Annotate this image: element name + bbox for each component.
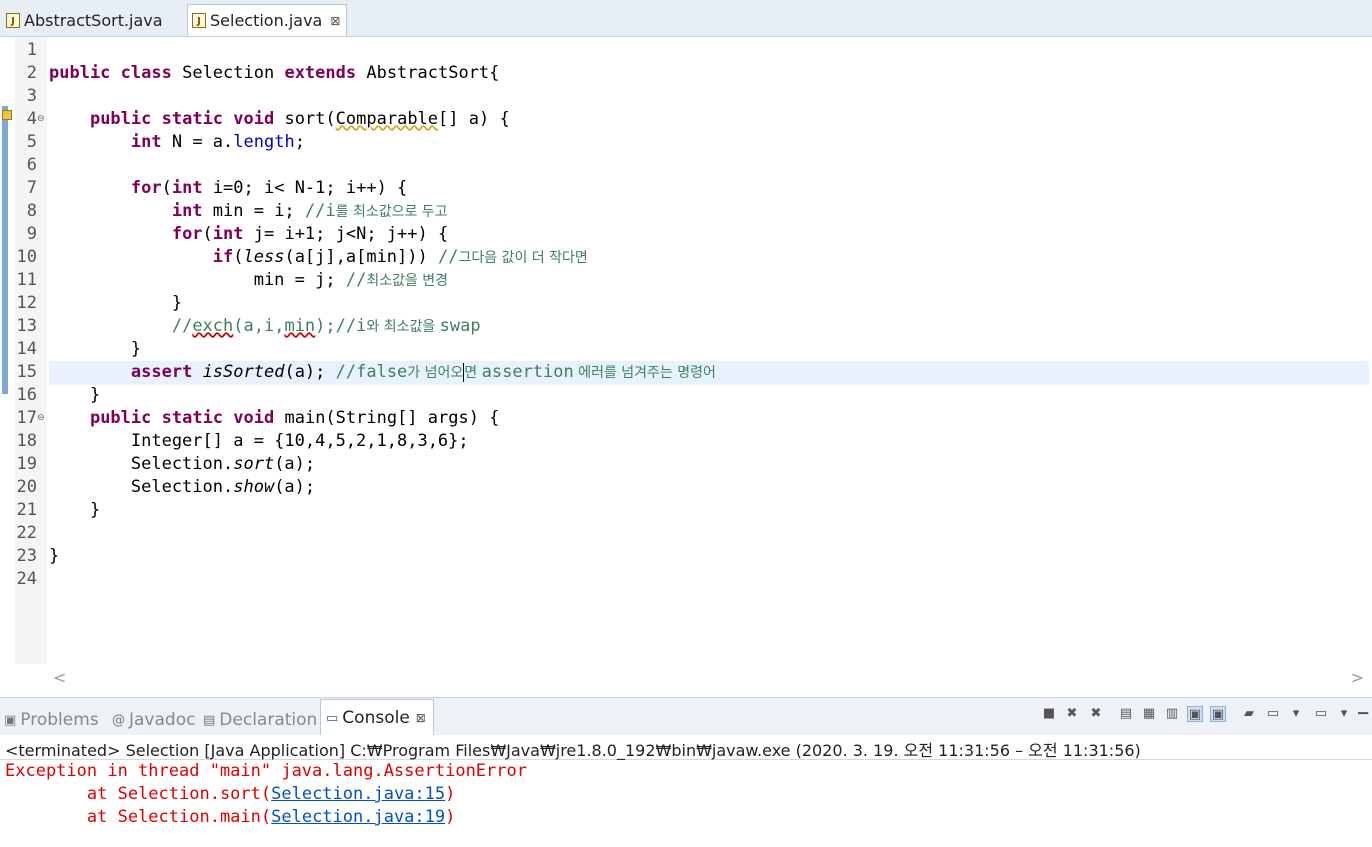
terminate-icon[interactable]: ■ bbox=[1041, 706, 1057, 722]
scroll-lock-icon[interactable]: ▦ bbox=[1141, 706, 1157, 722]
word-wrap-icon[interactable]: ▥ bbox=[1164, 706, 1180, 722]
tab-label: Selection.java bbox=[210, 11, 323, 30]
code-line-8: int min = i; //i를 최소값으로 두고 bbox=[171, 201, 448, 221]
line-number: 4 bbox=[26, 109, 37, 129]
code-editor[interactable]: 1 2 3 4 5 6 7 8 9 10 11 12 13 14 15 16 1… bbox=[0, 37, 1372, 692]
line-number: 2 bbox=[26, 63, 37, 83]
line-number: 16 bbox=[16, 385, 37, 405]
java-file-icon: J bbox=[192, 13, 206, 28]
code-line-15-current: assert isSorted(a); //false가 넘어오면 assert… bbox=[49, 361, 1369, 385]
tab-label: Javadoc bbox=[129, 710, 196, 730]
line-number: 12 bbox=[16, 293, 37, 313]
line-number: 10 bbox=[16, 247, 37, 267]
tab-declaration[interactable]: ▤ Declaration bbox=[203, 704, 317, 736]
line-number: 22 bbox=[16, 523, 37, 543]
code-line-10: if(less(a[j],a[min])) //그다음 값이 더 작다면 bbox=[212, 247, 588, 267]
tab-abstractsort-java[interactable]: J AbstractSort.java bbox=[2, 4, 187, 36]
console-icon: ▭ bbox=[326, 710, 339, 726]
close-icon[interactable]: ⊠ bbox=[330, 14, 340, 28]
tab-javadoc[interactable]: @ Javadoc bbox=[112, 704, 195, 736]
show-on-stderr-icon[interactable]: ▣ bbox=[1210, 706, 1226, 722]
java-file-icon: J bbox=[6, 12, 20, 28]
tab-selection-java[interactable]: J Selection.java ⊠ bbox=[187, 4, 347, 36]
change-marker bbox=[2, 106, 8, 394]
chevron-down-icon[interactable]: ▾ bbox=[1336, 706, 1352, 722]
code-line-2: public class Selection extends AbstractS… bbox=[49, 63, 500, 83]
line-number: 13 bbox=[16, 316, 37, 336]
view-tab-bar: ▣ Problems @ Javadoc ▤ Declaration ▭ Con… bbox=[0, 697, 1372, 736]
console-launch-description: <terminated> Selection [Java Application… bbox=[5, 741, 1141, 760]
declaration-icon: ▤ bbox=[203, 712, 216, 728]
code-line-16: } bbox=[49, 385, 101, 405]
line-number: 1 bbox=[26, 40, 37, 60]
override-marker-icon bbox=[2, 110, 12, 120]
horizontal-scrollbar[interactable]: < > bbox=[47, 664, 1372, 692]
remove-launch-icon[interactable]: ✖ bbox=[1064, 706, 1080, 722]
fold-collapse-icon[interactable]: ⊖ bbox=[37, 108, 45, 131]
editor-tab-bar: J AbstractSort.java J Selection.java ⊠ bbox=[0, 0, 1372, 37]
line-number: 8 bbox=[26, 201, 37, 221]
line-number: 9 bbox=[26, 224, 37, 244]
code-line-4: public static void sort(Comparable[] a) … bbox=[89, 109, 510, 129]
remove-all-terminated-icon[interactable]: ✖ bbox=[1088, 706, 1104, 722]
line-number: 18 bbox=[16, 431, 37, 451]
code-line-20: Selection.show(a); bbox=[49, 477, 316, 497]
tab-label: AbstractSort.java bbox=[24, 10, 163, 30]
stacktrace-link[interactable]: Selection.java:19 bbox=[271, 807, 445, 827]
clear-console-icon[interactable]: ▤ bbox=[1118, 706, 1134, 722]
overview-ruler bbox=[0, 37, 15, 664]
tab-console[interactable]: ▭ Console ⊠ bbox=[320, 699, 434, 736]
code-line-23: } bbox=[49, 546, 60, 566]
tab-label: Declaration bbox=[219, 710, 318, 730]
code-line-7: for(int i=0; i< N-1; i++) { bbox=[130, 178, 408, 198]
fold-collapse-icon[interactable]: ⊖ bbox=[37, 407, 45, 430]
scroll-left-icon[interactable]: < bbox=[53, 668, 66, 687]
line-number: 6 bbox=[26, 155, 37, 175]
tab-label: Console bbox=[342, 708, 410, 728]
line-number: 7 bbox=[26, 178, 37, 198]
show-on-stdout-icon[interactable]: ▣ bbox=[1187, 706, 1203, 722]
code-text-area[interactable]: public class Selection extends AbstractS… bbox=[48, 37, 1372, 664]
code-line-9: for(int j= i+1; j<N; j++) { bbox=[171, 224, 449, 244]
console-output[interactable]: Exception in thread "main" java.lang.Ass… bbox=[0, 760, 1372, 847]
tab-label: Problems bbox=[20, 710, 99, 730]
line-number: 5 bbox=[26, 132, 37, 152]
line-number: 11 bbox=[16, 270, 37, 290]
code-line-14: } bbox=[49, 339, 142, 359]
code-line-11: min = j; //최소값을 변경 bbox=[253, 270, 449, 290]
line-number: 23 bbox=[16, 546, 37, 566]
display-console-icon[interactable]: ▭ bbox=[1265, 706, 1281, 722]
code-line-5: int N = a.length; bbox=[130, 132, 305, 152]
code-line-13: //exch(a,i,min);//i와 최소값을 swap bbox=[171, 316, 481, 336]
line-number: 14 bbox=[16, 339, 37, 359]
code-line-19: Selection.sort(a); bbox=[49, 454, 316, 474]
console-stack-line: at Selection.sort(Selection.java:15) bbox=[5, 784, 456, 804]
line-number: 17 bbox=[16, 408, 37, 428]
code-line-17: public static void main(String[] args) { bbox=[89, 408, 500, 428]
code-line-21: } bbox=[49, 500, 101, 520]
line-number-gutter: 1 2 3 4 5 6 7 8 9 10 11 12 13 14 15 16 1… bbox=[15, 37, 47, 664]
pin-console-icon[interactable]: ▰ bbox=[1241, 706, 1257, 722]
minimize-icon[interactable]: ▁ bbox=[1355, 700, 1371, 716]
tab-problems[interactable]: ▣ Problems bbox=[4, 704, 99, 736]
line-number: 24 bbox=[16, 569, 37, 589]
line-number: 21 bbox=[16, 500, 37, 520]
close-icon[interactable]: ⊠ bbox=[416, 711, 426, 725]
javadoc-icon: @ bbox=[112, 712, 125, 728]
line-number: 20 bbox=[16, 477, 37, 497]
problems-icon: ▣ bbox=[4, 712, 17, 728]
code-line-18: Integer[] a = {10,4,5,2,1,8,3,6}; bbox=[49, 431, 469, 451]
line-number: 19 bbox=[16, 454, 37, 474]
console-error-line: Exception in thread "main" java.lang.Ass… bbox=[5, 761, 527, 781]
code-line-12: } bbox=[49, 293, 183, 313]
line-number: 3 bbox=[26, 86, 37, 106]
line-number: 15 bbox=[16, 362, 37, 382]
chevron-down-icon[interactable]: ▾ bbox=[1288, 706, 1304, 722]
console-header: <terminated> Selection [Java Application… bbox=[0, 735, 1372, 760]
open-console-icon[interactable]: ▭ bbox=[1313, 706, 1329, 722]
console-stack-line: at Selection.main(Selection.java:19) bbox=[5, 807, 456, 827]
stacktrace-link[interactable]: Selection.java:15 bbox=[271, 784, 445, 804]
scroll-right-icon[interactable]: > bbox=[1351, 668, 1364, 687]
